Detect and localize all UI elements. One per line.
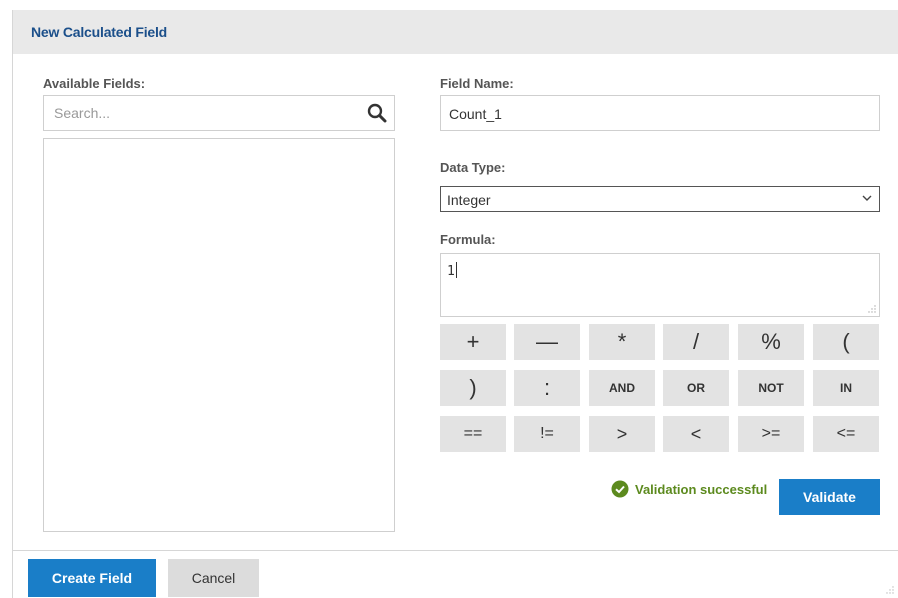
field-name-label: Field Name: (440, 76, 514, 91)
field-name-input[interactable]: Count_1 (440, 95, 880, 131)
chevron-down-icon (862, 195, 872, 201)
validation-status: Validation successful (611, 480, 767, 498)
operator-less-than-button[interactable]: < (663, 416, 729, 452)
operator-multiply-button[interactable]: * (589, 324, 655, 360)
validate-button[interactable]: Validate (779, 479, 880, 515)
data-type-select[interactable]: Integer (440, 186, 880, 212)
validation-message: Validation successful (635, 481, 768, 497)
search-icon[interactable] (366, 102, 388, 124)
operator-minus-button[interactable]: — (514, 324, 580, 360)
operator-greater-than-button[interactable]: > (589, 416, 655, 452)
footer-divider (13, 550, 898, 551)
formula-label: Formula: (440, 232, 496, 247)
check-circle-icon (611, 480, 629, 498)
dialog-title-bar: New Calculated Field (13, 10, 898, 54)
cancel-button[interactable]: Cancel (168, 559, 259, 597)
operator-in-button[interactable]: IN (813, 370, 879, 406)
operator-greater-equal-button[interactable]: >= (738, 416, 804, 452)
operator-colon-button[interactable]: : (514, 370, 580, 406)
operator-equals-button[interactable]: == (440, 416, 506, 452)
new-calculated-field-dialog: New Calculated Field Available Fields: F… (12, 10, 898, 598)
text-cursor (455, 262, 457, 278)
operator-or-button[interactable]: OR (663, 370, 729, 406)
formula-value: 1 (447, 264, 455, 279)
operator-and-button[interactable]: AND (589, 370, 655, 406)
resize-grip-icon[interactable] (868, 305, 876, 313)
dialog-resize-grip-icon[interactable] (886, 586, 894, 594)
data-type-label: Data Type: (440, 160, 506, 175)
create-field-button[interactable]: Create Field (28, 559, 156, 597)
data-type-selected-value: Integer (447, 192, 491, 208)
formula-textarea[interactable]: 1 (440, 253, 880, 317)
operator-divide-button[interactable]: / (663, 324, 729, 360)
available-fields-label: Available Fields: (43, 76, 146, 91)
operator-not-button[interactable]: NOT (738, 370, 804, 406)
operator-open-paren-button[interactable]: ( (813, 324, 879, 360)
search-input[interactable] (44, 96, 364, 130)
operator-modulo-button[interactable]: % (738, 324, 804, 360)
dialog-title: New Calculated Field (31, 24, 168, 40)
search-box (43, 95, 395, 131)
operator-not-equals-button[interactable]: != (514, 416, 580, 452)
operator-less-equal-button[interactable]: <= (813, 416, 879, 452)
available-fields-list[interactable] (43, 138, 395, 532)
operator-plus-button[interactable]: + (440, 324, 506, 360)
operator-close-paren-button[interactable]: ) (440, 370, 506, 406)
